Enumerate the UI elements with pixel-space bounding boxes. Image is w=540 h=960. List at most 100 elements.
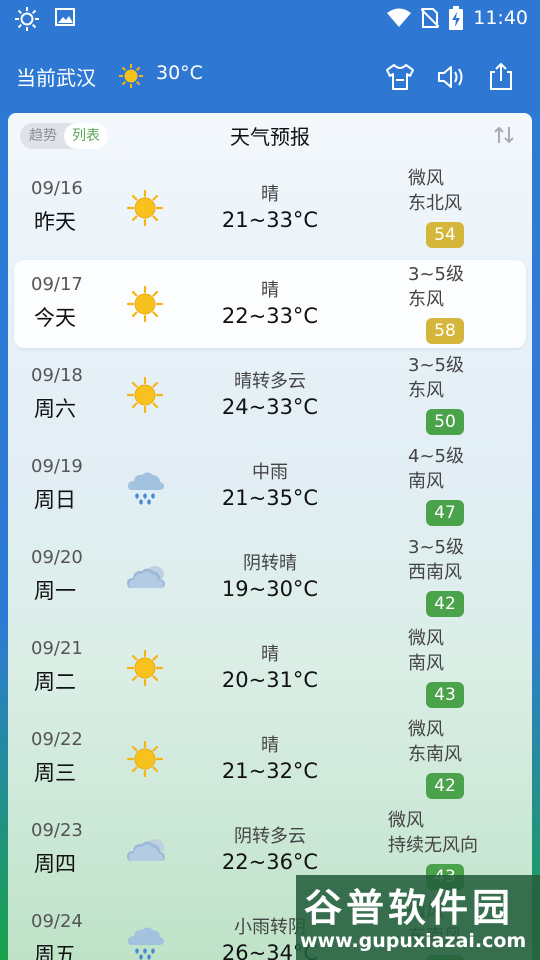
battery-charging-icon <box>449 6 464 30</box>
forecast-date: 09/16 <box>31 178 83 199</box>
no-sim-icon <box>421 7 440 29</box>
wind-level: 3~5级 <box>408 537 464 558</box>
weather-notification-icon <box>14 6 40 32</box>
forecast-day: 今天 <box>34 306 76 330</box>
forecast-wind: 3~5级西南风 <box>408 535 532 585</box>
panel-title: 天气预报 <box>230 125 310 149</box>
wifi-icon <box>387 8 412 28</box>
forecast-condition: 晴 <box>261 735 279 756</box>
forecast-temperature: 19~30°C <box>221 577 319 601</box>
forecast-date: 09/24 <box>31 911 83 932</box>
forecast-row[interactable]: 09/18 周六 晴转多云 24~33°C 3~5级东风 50 <box>8 351 532 439</box>
forecast-day: 周六 <box>34 397 76 421</box>
sort-icon[interactable] <box>492 123 516 151</box>
sun-icon <box>125 188 165 228</box>
forecast-temperature: 24~33°C <box>221 395 319 419</box>
aqi-badge: 42 <box>426 773 464 799</box>
forecast-condition: 晴 <box>261 184 279 205</box>
forecast-wind: 3~5级东风 <box>408 262 532 312</box>
wind-level: 3~5级 <box>408 264 464 285</box>
wind-direction: 东南风 <box>408 744 462 765</box>
forecast-row[interactable]: 09/20 周一 阴转晴 19~30°C 3~5级西南风 42 <box>8 533 532 621</box>
watermark: 谷普软件园 www.gupuxiazai.com <box>296 875 540 960</box>
aqi-badge: 50 <box>426 409 464 435</box>
forecast-day: 周四 <box>34 852 76 876</box>
wind-direction: 东风 <box>408 380 444 401</box>
app-header: 当前武汉 30°C <box>0 40 540 113</box>
clothing-icon[interactable] <box>383 60 417 94</box>
forecast-condition: 阴转多云 <box>234 826 306 847</box>
wind-level: 微风 <box>408 628 444 649</box>
sun-icon <box>125 375 165 415</box>
forecast-day: 周二 <box>34 670 76 694</box>
forecast-temperature: 22~33°C <box>221 304 319 328</box>
image-notification-icon <box>54 6 76 32</box>
forecast-day: 周日 <box>34 488 76 512</box>
rain-cloud-icon <box>125 921 165 960</box>
sun-icon <box>125 284 165 324</box>
watermark-url: www.gupuxiazai.com <box>300 930 527 952</box>
aqi-badge: 43 <box>426 682 464 708</box>
forecast-day: 周三 <box>34 761 76 785</box>
wind-direction: 南风 <box>408 653 444 674</box>
cloud-icon <box>125 830 165 870</box>
forecast-date: 09/17 <box>31 274 83 295</box>
wind-direction: 南风 <box>408 471 444 492</box>
voice-broadcast-icon[interactable] <box>434 60 468 94</box>
wind-level: 3~5级 <box>408 355 464 376</box>
status-bar: 11:40 <box>0 0 540 40</box>
wind-level: 4~5级 <box>408 446 464 467</box>
forecast-wind: 微风 持续无风向 <box>388 808 528 858</box>
forecast-condition: 晴转多云 <box>234 371 306 392</box>
wind-direction: 东北风 <box>408 193 462 214</box>
forecast-date: 09/19 <box>31 456 83 477</box>
wind-direction: 东风 <box>408 289 444 310</box>
aqi-badge: 47 <box>426 500 464 526</box>
forecast-day: 昨天 <box>34 210 76 234</box>
cloud-icon <box>125 557 165 597</box>
rain-cloud-icon <box>125 466 165 506</box>
share-icon[interactable] <box>484 60 518 94</box>
forecast-row[interactable]: 09/21 周二 晴 20~31°C 微风 南风 43 <box>8 624 532 712</box>
forecast-wind: 3~5级东风 <box>408 353 532 403</box>
forecast-wind: 微风 东北风 <box>408 166 532 216</box>
forecast-row[interactable]: 09/22 周三 晴 21~32°C 微风东南风 42 <box>8 715 532 803</box>
forecast-temperature: 20~31°C <box>221 668 319 692</box>
current-location[interactable]: 当前武汉 <box>16 62 96 91</box>
sun-icon <box>125 739 165 779</box>
forecast-row-today[interactable]: 09/17 今天 晴 22~33°C 3~5级东风 58 <box>14 260 526 348</box>
wind-level: 微风 <box>408 168 444 189</box>
forecast-day: 周一 <box>34 579 76 603</box>
aqi-badge: 54 <box>426 222 464 248</box>
forecast-condition: 阴转晴 <box>243 553 297 574</box>
sun-icon <box>117 62 145 94</box>
forecast-temperature: 22~36°C <box>221 850 319 874</box>
panel-header: 趋势 列表 天气预报 <box>8 113 532 157</box>
wind-level: 微风 <box>408 719 444 740</box>
forecast-condition: 晴 <box>261 280 279 301</box>
forecast-wind: 4~5级南风 <box>408 444 532 494</box>
aqi-badge: 42 <box>426 591 464 617</box>
wind-direction: 持续无风向 <box>388 835 478 856</box>
forecast-date: 09/22 <box>31 729 83 750</box>
forecast-temperature: 21~33°C <box>221 208 319 232</box>
forecast-row[interactable]: 09/19 周日 中雨 21~35°C 4~5级南风 47 <box>8 442 532 530</box>
forecast-condition: 中雨 <box>252 462 288 483</box>
background-left-edge <box>0 620 8 960</box>
forecast-row[interactable]: 09/16 昨天 晴 21~33°C 微风东北风 54 <box>8 164 532 252</box>
forecast-date: 09/18 <box>31 365 83 386</box>
forecast-temperature: 21~32°C <box>221 759 319 783</box>
watermark-title: 谷普软件园 <box>304 886 515 930</box>
forecast-panel: 趋势 列表 天气预报 09/16 昨天晴 21~33°C 微风 东北风 54 09/17 今天… <box>8 113 532 960</box>
wind-level: 微风 <box>388 810 424 831</box>
forecast-date: 09/23 <box>31 820 83 841</box>
wind-direction: 西南风 <box>408 562 462 583</box>
forecast-date: 09/20 <box>31 547 83 568</box>
forecast-date: 09/21 <box>31 638 83 659</box>
aqi-badge: 58 <box>426 318 464 344</box>
forecast-wind: 微风 南风 <box>408 626 532 676</box>
sun-icon <box>125 648 165 688</box>
forecast-temperature: 21~35°C <box>221 486 319 510</box>
forecast-day: 周五 <box>34 943 76 960</box>
current-temperature: 30°C <box>156 62 203 84</box>
